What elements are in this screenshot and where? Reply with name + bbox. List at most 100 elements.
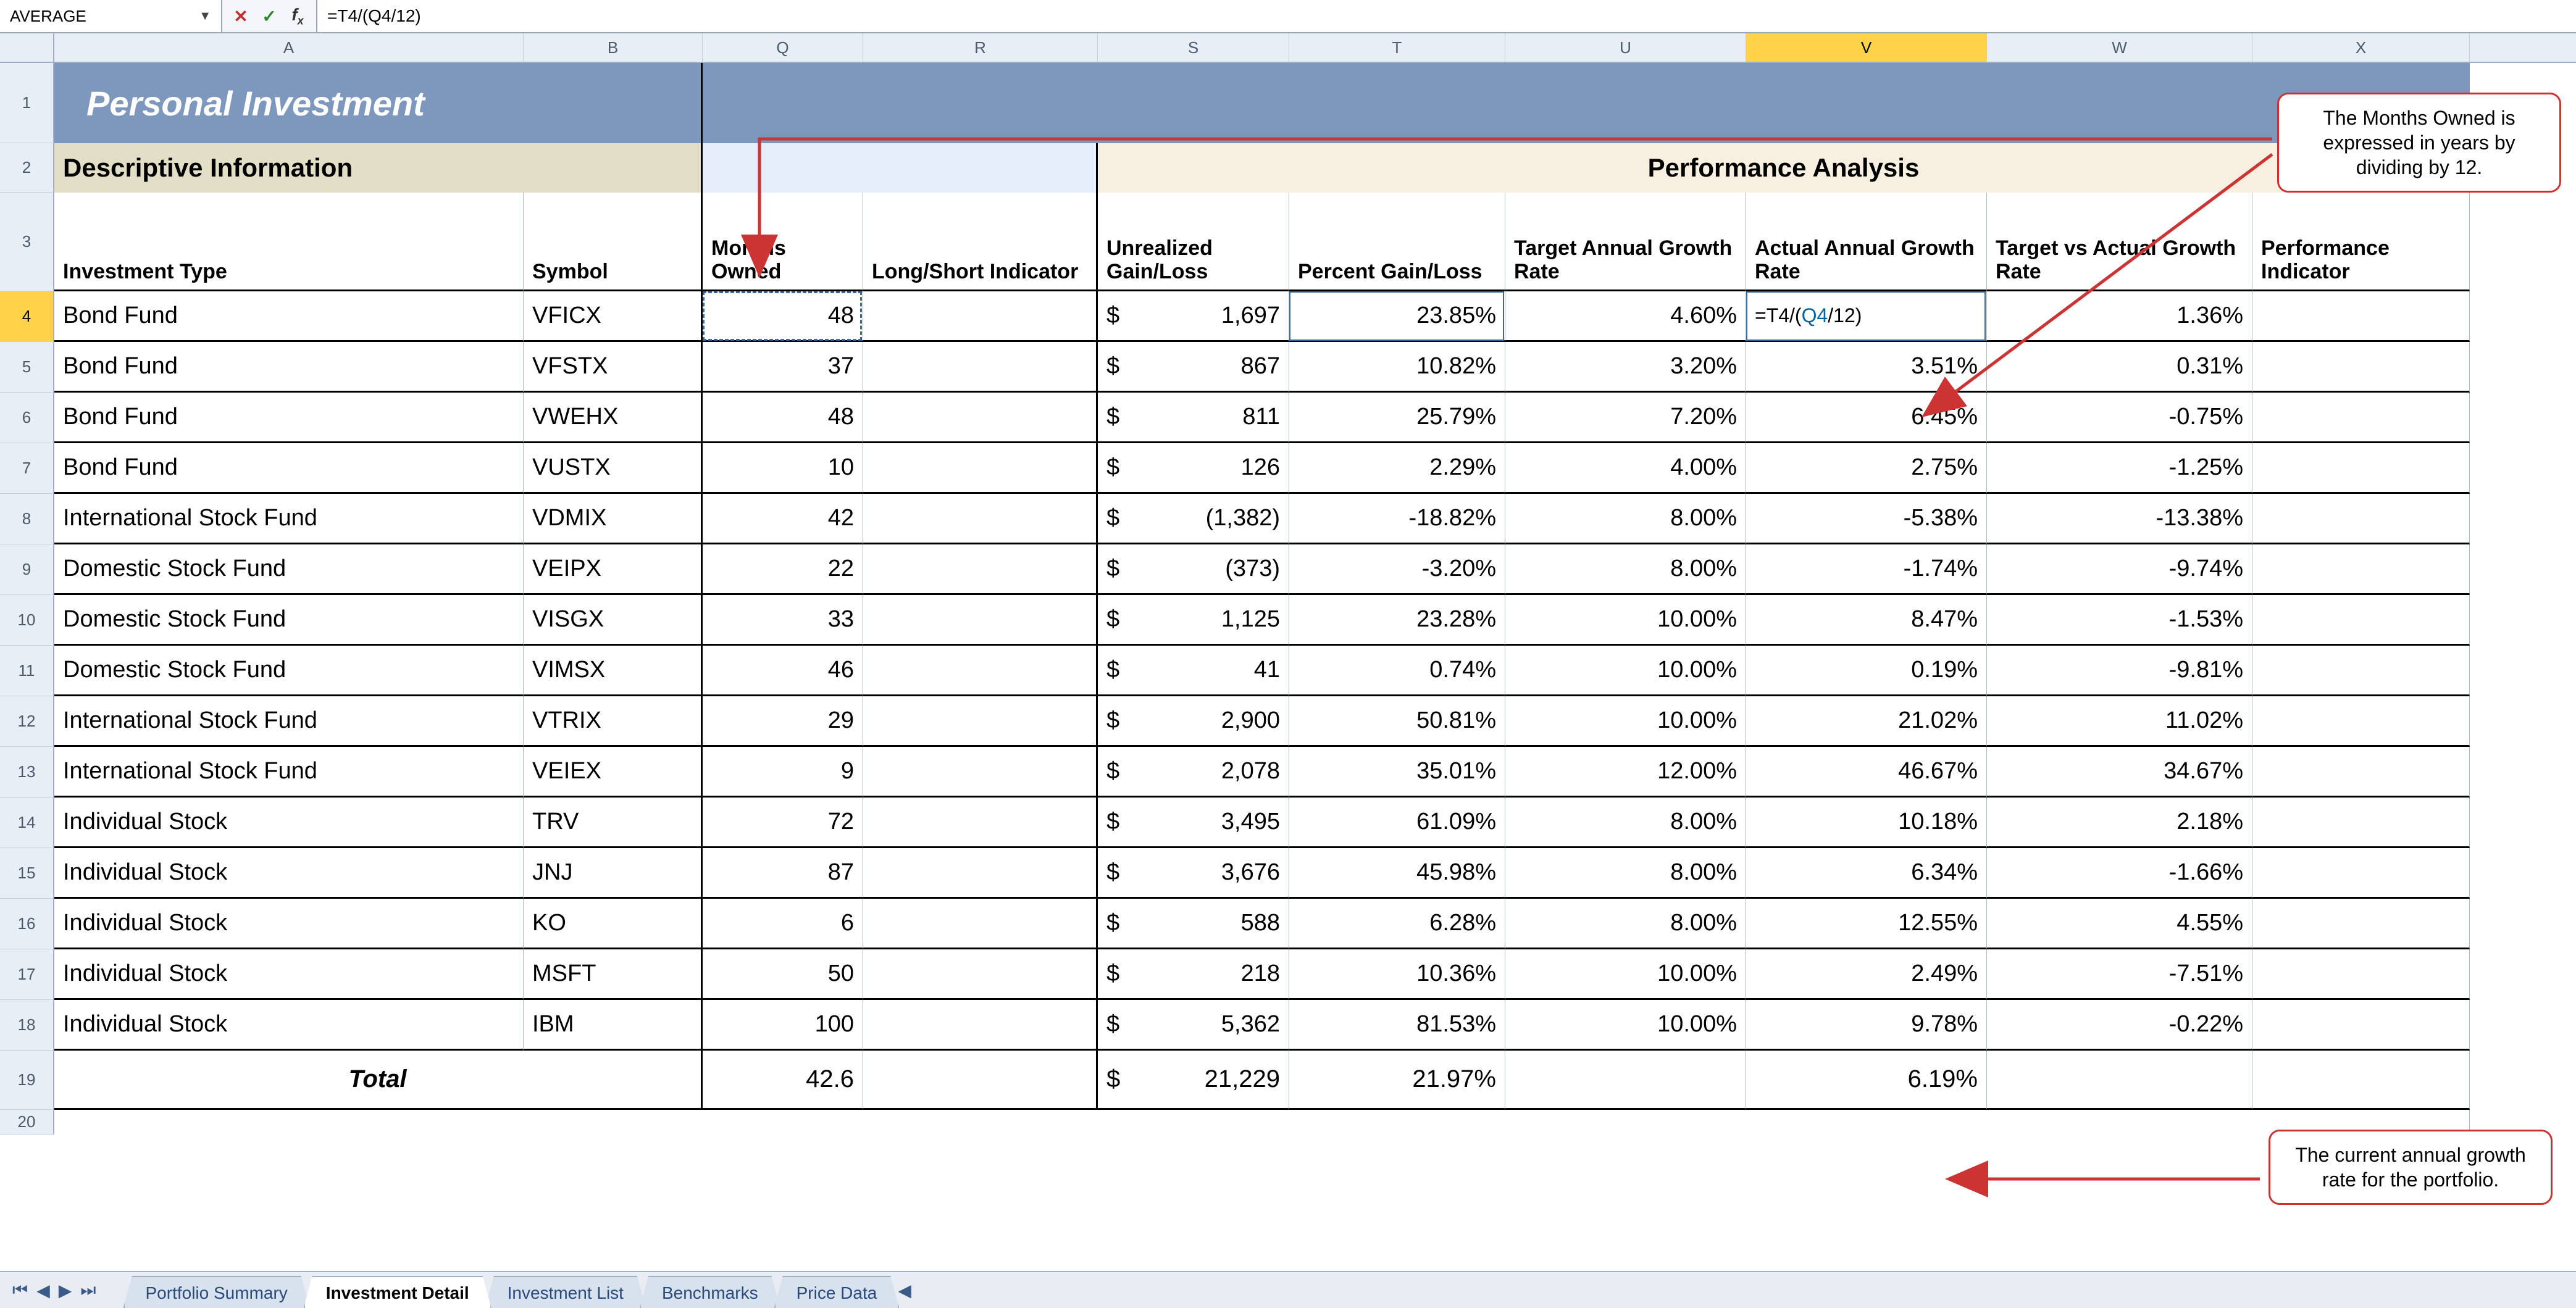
- cell-T14[interactable]: 61.09%: [1289, 798, 1505, 848]
- spreadsheet-grid[interactable]: 1Personal Investment2Descriptive Informa…: [0, 63, 2576, 1271]
- cell-B9[interactable]: VEIPX: [524, 544, 703, 595]
- cell-T16[interactable]: 6.28%: [1289, 899, 1505, 949]
- cell-V14[interactable]: 10.18%: [1746, 798, 1987, 848]
- cell-Q9[interactable]: 22: [703, 544, 863, 595]
- cell-W12[interactable]: 11.02%: [1987, 696, 2252, 747]
- row-header-10[interactable]: 10: [0, 595, 54, 646]
- row-header-14[interactable]: 14: [0, 798, 54, 848]
- total-X[interactable]: [2252, 1051, 2470, 1110]
- column-header-A[interactable]: A: [54, 33, 524, 62]
- cell-V8[interactable]: -5.38%: [1746, 494, 1987, 544]
- cell-V13[interactable]: 46.67%: [1746, 747, 1987, 798]
- cell-Q15[interactable]: 87: [703, 848, 863, 899]
- row-header-15[interactable]: 15: [0, 848, 54, 899]
- total-V[interactable]: 6.19%: [1746, 1051, 1987, 1110]
- column-header-T[interactable]: T: [1289, 33, 1505, 62]
- cell-T11[interactable]: 0.74%: [1289, 646, 1505, 696]
- cell-B16[interactable]: KO: [524, 899, 703, 949]
- cell-R18[interactable]: [863, 1000, 1098, 1051]
- cell-Q11[interactable]: 46: [703, 646, 863, 696]
- cell-X12[interactable]: [2252, 696, 2470, 747]
- cell-R14[interactable]: [863, 798, 1098, 848]
- cell-X14[interactable]: [2252, 798, 2470, 848]
- cell-A15[interactable]: Individual Stock: [54, 848, 524, 899]
- cell-V4[interactable]: =T4/(Q4/12): [1746, 291, 1987, 342]
- row-header-9[interactable]: 9: [0, 544, 54, 595]
- total-U[interactable]: [1505, 1051, 1746, 1110]
- cell-U13[interactable]: 12.00%: [1505, 747, 1746, 798]
- cell-A17[interactable]: Individual Stock: [54, 949, 524, 1000]
- cell-W10[interactable]: -1.53%: [1987, 595, 2252, 646]
- cell-W11[interactable]: -9.81%: [1987, 646, 2252, 696]
- column-header-B[interactable]: B: [524, 33, 703, 62]
- cell-U7[interactable]: 4.00%: [1505, 443, 1746, 494]
- cell-A18[interactable]: Individual Stock: [54, 1000, 524, 1051]
- cell-U8[interactable]: 8.00%: [1505, 494, 1746, 544]
- cell-V17[interactable]: 2.49%: [1746, 949, 1987, 1000]
- cell-A5[interactable]: Bond Fund: [54, 342, 524, 393]
- cell-X13[interactable]: [2252, 747, 2470, 798]
- cell-V11[interactable]: 0.19%: [1746, 646, 1987, 696]
- cell-X15[interactable]: [2252, 848, 2470, 899]
- total-Q[interactable]: 42.6: [703, 1051, 863, 1110]
- cell-B10[interactable]: VISGX: [524, 595, 703, 646]
- row-header-13[interactable]: 13: [0, 747, 54, 798]
- cell-U15[interactable]: 8.00%: [1505, 848, 1746, 899]
- cell-B4[interactable]: VFICX: [524, 291, 703, 342]
- cell-A16[interactable]: Individual Stock: [54, 899, 524, 949]
- cell-X7[interactable]: [2252, 443, 2470, 494]
- cell-Q6[interactable]: 48: [703, 393, 863, 443]
- sheet-tab-benchmarks[interactable]: Benchmarks: [640, 1276, 780, 1308]
- cell-B14[interactable]: TRV: [524, 798, 703, 848]
- cell-S7[interactable]: $126: [1098, 443, 1289, 494]
- cell-B13[interactable]: VEIEX: [524, 747, 703, 798]
- column-header-X[interactable]: X: [2252, 33, 2470, 62]
- cell-U12[interactable]: 10.00%: [1505, 696, 1746, 747]
- cell-T12[interactable]: 50.81%: [1289, 696, 1505, 747]
- cell-S5[interactable]: $867: [1098, 342, 1289, 393]
- cell-Q4[interactable]: 48: [703, 291, 863, 342]
- cell-U18[interactable]: 10.00%: [1505, 1000, 1746, 1051]
- cell-X16[interactable]: [2252, 899, 2470, 949]
- cell-B5[interactable]: VFSTX: [524, 342, 703, 393]
- sheet-tab-price-data[interactable]: Price Data: [774, 1276, 900, 1308]
- cell-X8[interactable]: [2252, 494, 2470, 544]
- cell-W16[interactable]: 4.55%: [1987, 899, 2252, 949]
- cell-T4[interactable]: 23.85%: [1289, 291, 1505, 342]
- cell-S10[interactable]: $1,125: [1098, 595, 1289, 646]
- cell-B7[interactable]: VUSTX: [524, 443, 703, 494]
- cell-Q17[interactable]: 50: [703, 949, 863, 1000]
- cell-R13[interactable]: [863, 747, 1098, 798]
- cell-S13[interactable]: $2,078: [1098, 747, 1289, 798]
- cell-U10[interactable]: 10.00%: [1505, 595, 1746, 646]
- cell-X4[interactable]: [2252, 291, 2470, 342]
- row-header-4[interactable]: 4: [0, 291, 54, 342]
- cell-Q13[interactable]: 9: [703, 747, 863, 798]
- row-header-5[interactable]: 5: [0, 342, 54, 393]
- cell-S14[interactable]: $3,495: [1098, 798, 1289, 848]
- cell-V16[interactable]: 12.55%: [1746, 899, 1987, 949]
- cell-T8[interactable]: -18.82%: [1289, 494, 1505, 544]
- cell-X6[interactable]: [2252, 393, 2470, 443]
- tab-nav-first-icon[interactable]: ⏮: [12, 1280, 28, 1301]
- cell-U16[interactable]: 8.00%: [1505, 899, 1746, 949]
- cell-R7[interactable]: [863, 443, 1098, 494]
- cell-A7[interactable]: Bond Fund: [54, 443, 524, 494]
- cell-T18[interactable]: 81.53%: [1289, 1000, 1505, 1051]
- cell-S4[interactable]: $1,697: [1098, 291, 1289, 342]
- row-header-16[interactable]: 16: [0, 899, 54, 949]
- cell-X18[interactable]: [2252, 1000, 2470, 1051]
- cell-R11[interactable]: [863, 646, 1098, 696]
- cell-R4[interactable]: [863, 291, 1098, 342]
- cell-S12[interactable]: $2,900: [1098, 696, 1289, 747]
- column-header-S[interactable]: S: [1098, 33, 1289, 62]
- cell-B15[interactable]: JNJ: [524, 848, 703, 899]
- cell-R8[interactable]: [863, 494, 1098, 544]
- cell-W17[interactable]: -7.51%: [1987, 949, 2252, 1000]
- cell-V5[interactable]: 3.51%: [1746, 342, 1987, 393]
- cell-V15[interactable]: 6.34%: [1746, 848, 1987, 899]
- cell-A14[interactable]: Individual Stock: [54, 798, 524, 848]
- cell-T5[interactable]: 10.82%: [1289, 342, 1505, 393]
- fx-icon[interactable]: fx: [289, 5, 306, 28]
- cell-R12[interactable]: [863, 696, 1098, 747]
